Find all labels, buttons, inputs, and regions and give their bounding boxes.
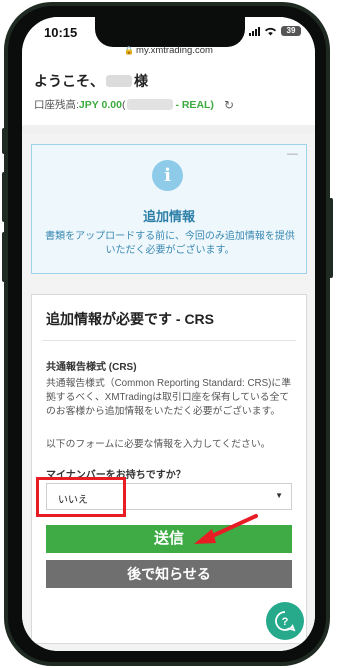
section-title: 共通報告様式 (CRS) [46, 362, 137, 373]
annotation-arrow-icon [194, 514, 258, 544]
signal-icon [249, 26, 260, 36]
phone-side-button [2, 128, 6, 154]
form-divider [42, 340, 296, 341]
info-panel: — i 追加情報 書類をアップロードする前に、今回のみ追加情報を提供いただく必要… [31, 144, 307, 274]
notch [95, 17, 245, 47]
lock-icon: 🔒 [124, 46, 135, 55]
welcome-suffix: 様 [134, 73, 148, 89]
collapse-icon[interactable]: — [287, 148, 298, 160]
phone-side-button [2, 232, 6, 282]
help-chat-button[interactable]: ? [266, 602, 304, 640]
status-bar: 10:15 39 🔒 my.xmtrading.com [22, 17, 315, 59]
account-balance: 口座残高: JPY 0.00 ( - REAL) ↻ [34, 97, 304, 112]
blurred-account-number [127, 99, 174, 110]
battery-icon: 39 [281, 26, 301, 36]
phone-power-button [329, 198, 333, 278]
balance-amount: JPY 0.00 [78, 98, 122, 111]
account-header: ようこそ、 様 口座残高: JPY 0.00 ( - REAL) ↻ [34, 71, 304, 112]
notify-later-button[interactable]: 後で知らせる [46, 560, 292, 588]
phone-side-button [2, 172, 6, 222]
chevron-down-icon: ▼ [275, 491, 283, 500]
status-icons: 39 [249, 26, 301, 36]
refresh-icon[interactable]: ↻ [224, 98, 234, 112]
crs-form-card: 追加情報が必要です - CRS 共通報告様式 (CRS) 共通報告様式（Comm… [31, 294, 307, 644]
balance-account-type: - REAL) [175, 98, 214, 111]
wifi-icon [265, 27, 276, 36]
welcome-heading: ようこそ、 様 [34, 71, 304, 91]
info-icon: i [152, 160, 183, 191]
blurred-user-name [106, 75, 132, 87]
balance-label: 口座残高: [34, 99, 79, 111]
svg-text:?: ? [282, 616, 289, 628]
info-title: 追加情報 [142, 209, 195, 224]
highlight-annotation-box [36, 477, 126, 517]
divider [22, 125, 315, 133]
section-body: 共通報告様式（Common Reporting Standard: CRS)に準… [46, 378, 291, 417]
help-icon: ? [275, 611, 296, 632]
welcome-prefix: ようこそ、 [34, 73, 104, 89]
url-bar[interactable]: 🔒 my.xmtrading.com [22, 45, 315, 56]
url-text: my.xmtrading.com [136, 45, 213, 56]
info-description: 書類をアップロードする前に、今回のみ追加情報を提供いただく必要がございます。 [45, 231, 295, 256]
section-note: 以下のフォームに必要な情報を入力してください。 [46, 439, 271, 450]
form-title: 追加情報が必要です - CRS [46, 311, 214, 327]
balance-open-paren: ( [121, 98, 126, 111]
phone-screen: 10:15 39 🔒 my.xmtrading.com ようこそ、 様 口座残高: … [22, 17, 315, 651]
status-time: 10:15 [44, 25, 78, 40]
